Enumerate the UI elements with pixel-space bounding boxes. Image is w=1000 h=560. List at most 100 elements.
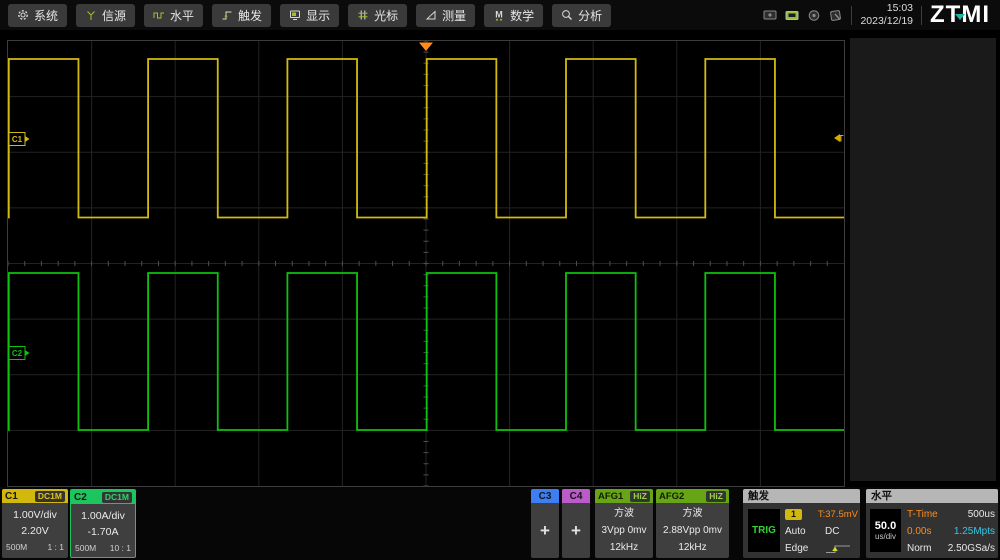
- channel-scale: 1.00A/div: [81, 510, 125, 522]
- afg-amplitude-offset: 3Vpp 0mv: [601, 525, 647, 536]
- trigger-source-badge: 1: [785, 509, 803, 520]
- menu-button-analysis[interactable]: 分析: [552, 3, 612, 27]
- main-menu: 系统 信源 水平 触发 显示 光标 测量 M 数学 分析: [8, 3, 612, 27]
- channel-scale: 1.00V/div: [13, 509, 57, 521]
- afg-waveform: 方波: [682, 508, 703, 519]
- channel-offset: 2.20V: [21, 525, 49, 537]
- menu-label: 光标: [374, 8, 399, 23]
- probe-ratio: 1 : 1: [47, 542, 64, 552]
- probe-ratio: 10 : 1: [109, 543, 131, 553]
- channel-panel-c1[interactable]: C1 DC1M 1.00V/div 2.20V 500M 1 : 1: [2, 489, 68, 558]
- horizontal-offset: 0.00s: [907, 526, 932, 537]
- trigger-type: Edge: [785, 543, 809, 554]
- afg1-panel[interactable]: AFG1 HiZ 方波 3Vpp 0mv 12kHz: [595, 489, 653, 558]
- channel-panel-c4[interactable]: C4 +: [562, 489, 590, 558]
- trigger-panel-title: 触发: [743, 489, 860, 503]
- menu-label: 触发: [238, 8, 263, 23]
- top-menu-bar: 系统 信源 水平 触发 显示 光标 测量 M 数学 分析 15:03 2023/…: [0, 0, 1000, 30]
- usb-storage-icon: [785, 9, 799, 22]
- add-channel-button[interactable]: +: [562, 503, 590, 558]
- acquisition-mode: Norm: [907, 543, 932, 554]
- afg-name: AFG2: [659, 490, 685, 502]
- channel-offset: -1.70A: [87, 526, 119, 538]
- bandwidth-limit: 500M: [6, 542, 28, 552]
- trigger-panel[interactable]: 触发 TRIG 1 T:37.5mV Auto DC Edge: [743, 489, 860, 558]
- brand-logo: ZTMI: [930, 1, 992, 29]
- timebase-box: 50.0 us/div: [870, 509, 901, 552]
- waveform-display[interactable]: C1 C2 T: [7, 40, 845, 487]
- trigger-edge-icon: [221, 9, 233, 21]
- svg-text:T: T: [838, 134, 844, 144]
- afg-waveform: 方波: [614, 508, 634, 519]
- afg-name: AFG1: [598, 490, 624, 502]
- impedance-badge: HiZ: [630, 490, 650, 502]
- analysis-icon: [561, 9, 573, 21]
- cursor-icon: [357, 9, 369, 21]
- menu-button-source[interactable]: 信源: [76, 3, 136, 27]
- clock-time: 15:03: [886, 1, 914, 14]
- channel-panel-c3[interactable]: C3 +: [531, 489, 559, 558]
- add-channel-button[interactable]: +: [531, 503, 559, 558]
- menu-button-math[interactable]: M 数学: [484, 3, 544, 27]
- menu-button-horizontal[interactable]: 水平: [144, 3, 204, 27]
- timebase-unit: us/div: [875, 531, 896, 541]
- menu-button-trigger[interactable]: 触发: [212, 3, 272, 27]
- clock: 15:03 2023/12/19: [860, 2, 913, 28]
- menu-label: 信源: [102, 8, 127, 23]
- coupling-badge: DC1M: [34, 490, 65, 502]
- display-icon: [289, 9, 301, 21]
- menu-label: 显示: [306, 8, 331, 23]
- channel-name: C3: [531, 489, 559, 503]
- channel-name: C2: [74, 491, 87, 503]
- trigger-status-indicator: TRIG: [748, 509, 780, 552]
- memory-depth: 1.25Mpts: [953, 526, 995, 537]
- trigger-mode: Auto: [785, 526, 806, 537]
- timebase-scale: 50.0: [874, 519, 897, 532]
- impedance-badge: HiZ: [706, 490, 726, 502]
- afg-amplitude-offset: 2.88Vpp 0mv: [663, 525, 722, 536]
- antenna-icon: [85, 9, 97, 21]
- status-area: 15:03 2023/12/19 ZTMI: [763, 1, 992, 29]
- coupling-badge: DC1M: [101, 491, 132, 503]
- menu-label: 测量: [442, 8, 467, 23]
- afg-frequency: 12kHz: [609, 542, 639, 553]
- divider: [921, 5, 923, 25]
- measure-icon: [425, 9, 437, 21]
- wave-icon: [153, 9, 165, 21]
- menu-label: 分析: [578, 8, 603, 23]
- menu-label: 系统: [34, 8, 59, 23]
- logo-accent-triangle: [955, 14, 966, 20]
- math-icon: M: [493, 9, 505, 21]
- display-status-icon: [763, 9, 777, 22]
- trigger-coupling: DC: [825, 526, 840, 537]
- sample-rate: 2.50GSa/s: [947, 543, 995, 554]
- menu-button-measure[interactable]: 测量: [416, 3, 476, 27]
- bandwidth-limit: 500M: [75, 543, 97, 553]
- menu-button-display[interactable]: 显示: [280, 3, 340, 27]
- channel-panel-c2[interactable]: C2 DC1M 1.00A/div -1.70A 500M 10 : 1: [70, 489, 136, 558]
- channel-name: C1: [5, 490, 18, 502]
- menu-label: 数学: [510, 8, 535, 23]
- clock-date: 2023/12/19: [860, 15, 914, 27]
- svg-text:M: M: [495, 10, 503, 20]
- gear-icon: [17, 9, 29, 21]
- afg2-panel[interactable]: AFG2 HiZ 方波 2.88Vpp 0mv 12kHz: [656, 489, 729, 558]
- trigger-level-value: T:37.5mV: [817, 509, 858, 520]
- menu-button-cursor[interactable]: 光标: [348, 3, 408, 27]
- horizontal-panel[interactable]: 水平 50.0 us/div T-Time 500us 0.00s 1.25Mp…: [866, 489, 998, 558]
- svg-text:C2: C2: [12, 349, 23, 358]
- edge-slope-icon: [825, 543, 858, 555]
- svg-text:C1: C1: [12, 135, 23, 144]
- afg-frequency: 12kHz: [678, 542, 707, 553]
- touch-icon: [829, 9, 843, 22]
- menu-button-system[interactable]: 系统: [8, 3, 68, 27]
- channel-name: C4: [562, 489, 590, 503]
- t-time-value: 500us: [967, 509, 995, 520]
- bottom-status-bar: C1 DC1M 1.00V/div 2.20V 500M 1 : 1 C2 DC…: [0, 487, 1000, 560]
- menu-label: 水平: [170, 8, 195, 23]
- network-icon: [807, 9, 821, 22]
- horizontal-panel-title: 水平: [866, 489, 998, 503]
- waveform-svg[interactable]: C1 C2 T: [8, 41, 844, 486]
- divider: [851, 5, 853, 25]
- right-side-panel: [850, 38, 996, 481]
